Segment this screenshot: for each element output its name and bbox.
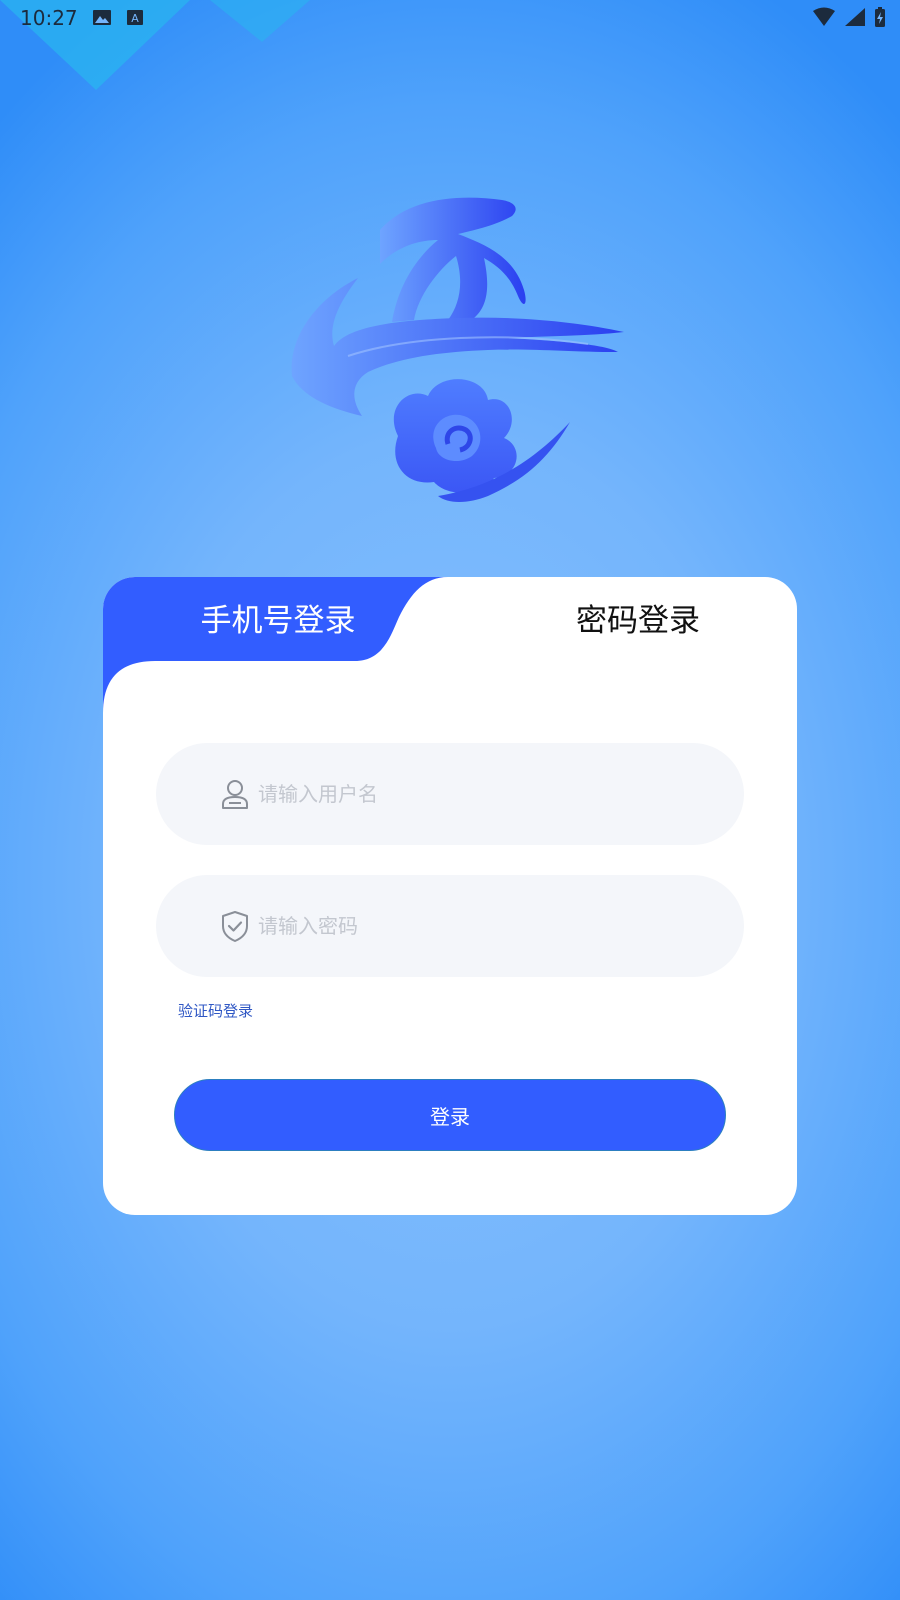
status-right-icons <box>812 6 886 28</box>
login-button[interactable]: 登录 <box>174 1079 726 1151</box>
user-icon <box>222 780 248 809</box>
sms-login-link[interactable]: 验证码登录 <box>178 1000 253 1021</box>
wifi-icon <box>813 7 835 26</box>
app-logo <box>291 197 624 502</box>
a-icon: A <box>127 10 143 25</box>
username-field <box>156 743 744 845</box>
password-field <box>156 875 744 977</box>
signal-icon <box>845 8 865 26</box>
tab-password-login[interactable]: 密码登录 <box>483 599 793 643</box>
svg-text:A: A <box>131 12 139 25</box>
login-card: 手机号登录 密码登录 验证码登录 登录 <box>103 577 797 1215</box>
shield-check-icon <box>222 911 248 942</box>
battery-charging-icon <box>875 7 885 27</box>
status-time: 10:27 <box>20 6 78 30</box>
username-input[interactable] <box>258 769 718 819</box>
image-icon <box>93 10 111 25</box>
password-input[interactable] <box>258 901 718 951</box>
tab-phone-login[interactable]: 手机号登录 <box>103 599 453 643</box>
status-bar: 10:27 A <box>0 0 900 90</box>
